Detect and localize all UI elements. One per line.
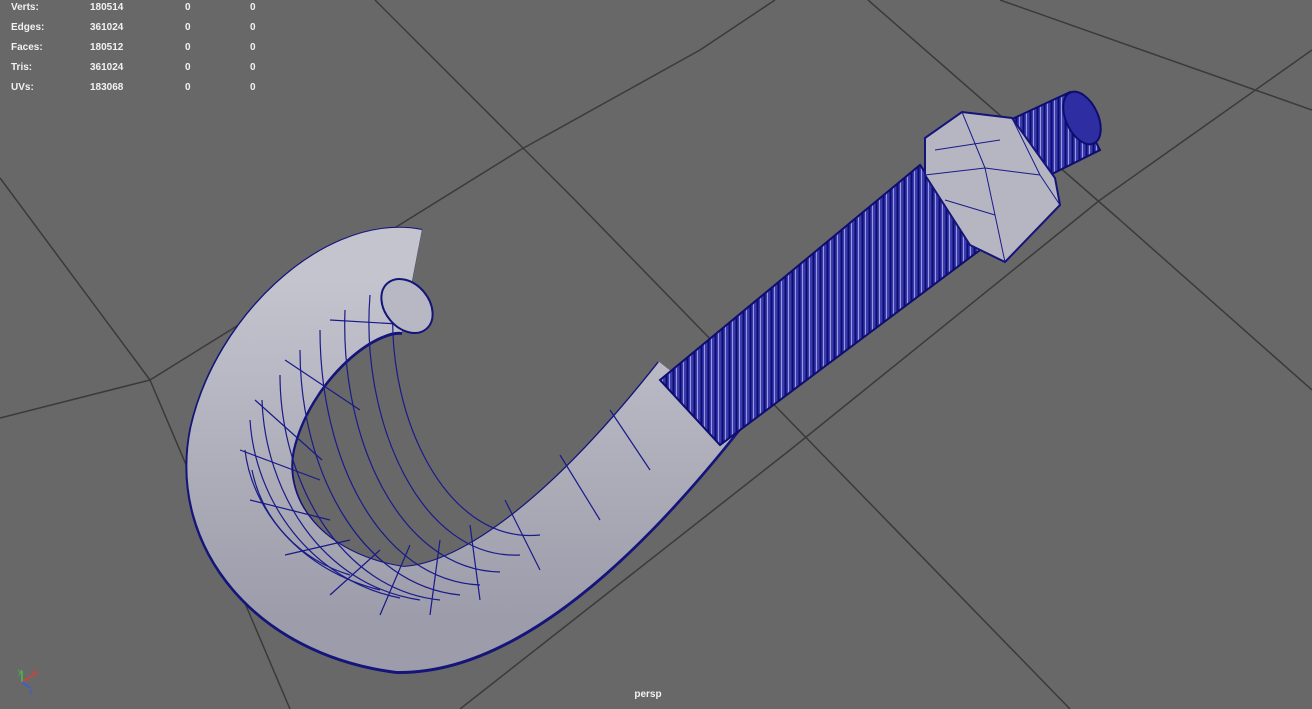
- hud-label: Tris:: [11, 62, 33, 73]
- axis-x-label: x: [33, 667, 37, 676]
- hud-component: 0: [250, 22, 256, 33]
- hud-selected: 0: [185, 42, 191, 53]
- hud-label: Verts:: [11, 2, 39, 13]
- hud-selected: 0: [185, 82, 191, 93]
- hud-component: 0: [250, 2, 256, 13]
- hud-selected: 0: [185, 22, 191, 33]
- hud-label: Edges:: [11, 22, 45, 33]
- scene-canvas[interactable]: [0, 0, 1312, 709]
- hud-total: 180514: [90, 2, 124, 13]
- ground-grid: [0, 0, 1312, 709]
- hud-total: 183068: [90, 82, 124, 93]
- hud-row-faces: Faces: 180512 0 0: [0, 40, 270, 60]
- hud-label: Faces:: [11, 42, 43, 53]
- hud-total: 180512: [90, 42, 124, 53]
- hud-row-verts: Verts: 180514 0 0: [0, 0, 270, 20]
- hud-row-tris: Tris: 361024 0 0: [0, 60, 270, 80]
- hud-selected: 0: [185, 62, 191, 73]
- axis-y-label: y: [18, 667, 22, 676]
- viewport-persp[interactable]: Verts: 180514 0 0 Edges: 361024 0 0 Face…: [0, 0, 1312, 709]
- hud-component: 0: [250, 62, 256, 73]
- hud-total: 361024: [90, 22, 124, 33]
- hud-component: 0: [250, 42, 256, 53]
- hud-selected: 0: [185, 2, 191, 13]
- poly-count-hud: Verts: 180514 0 0 Edges: 361024 0 0 Face…: [0, 0, 270, 100]
- hud-row-edges: Edges: 361024 0 0: [0, 20, 270, 40]
- thread-section[interactable]: [658, 86, 1108, 447]
- hud-total: 361024: [90, 62, 124, 73]
- hud-row-uvs: UVs: 183068 0 0: [0, 80, 270, 100]
- j-bolt-body[interactable]: [185, 226, 743, 675]
- hud-label: UVs:: [11, 82, 34, 93]
- hud-component: 0: [250, 82, 256, 93]
- camera-name-label: persp: [634, 689, 662, 700]
